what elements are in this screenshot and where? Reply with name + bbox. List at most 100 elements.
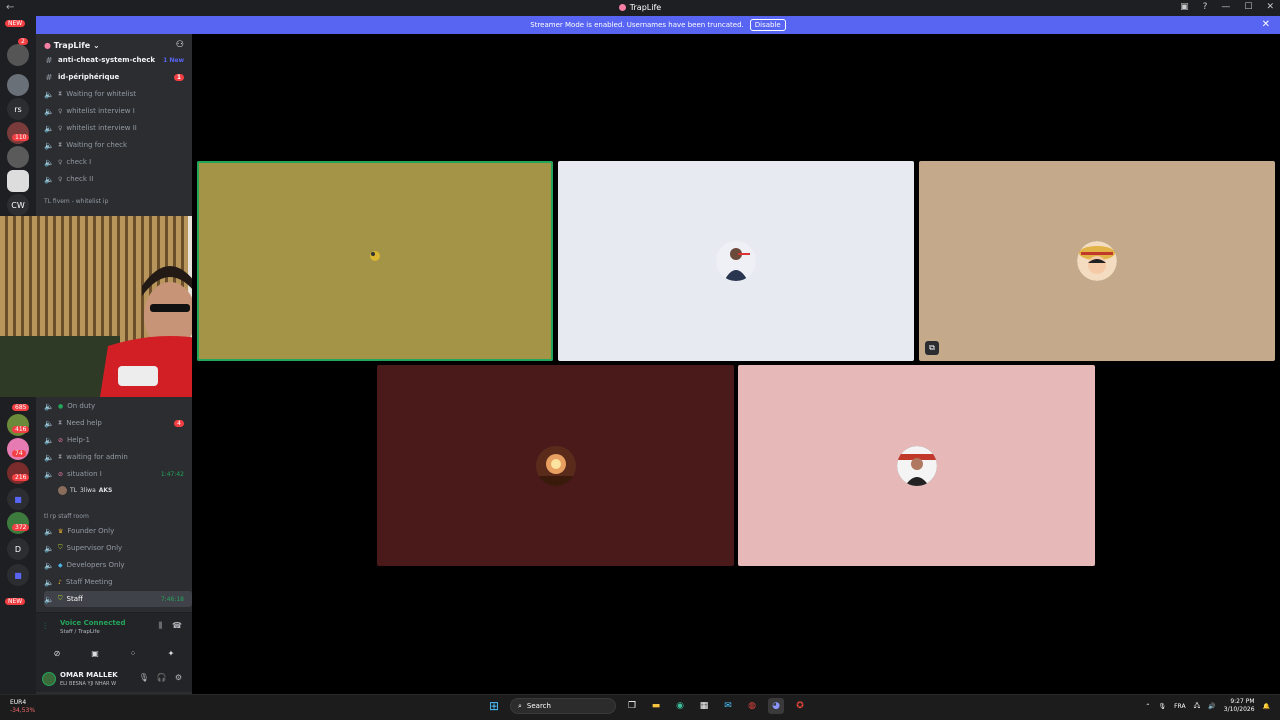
minimize-button[interactable]: — [1221,2,1230,12]
participant-avatar [716,241,756,281]
server-icon[interactable] [7,170,29,192]
window-titlebar: ← TrapLife ▣ ? — ☐ ✕ [0,0,1280,16]
windows-start-icon[interactable]: ⊞ [486,698,502,714]
server-badge: 685 [12,404,30,411]
app-icon[interactable]: ✪ [792,698,808,714]
chevron-up-icon[interactable]: ⌃ [1145,703,1150,710]
inbox-icon[interactable]: ▣ [1180,2,1189,12]
add-member-icon[interactable]: ⚇ [176,40,184,50]
channel-timer: 7:46:18 [160,595,184,603]
category-staff[interactable]: tl rp staff room [44,513,89,520]
headphones-icon[interactable]: 🎧 [157,673,167,682]
member-name: 3liwa [80,487,96,494]
speaker-icon: 🔈 [44,401,54,411]
server-badge: 372 [12,524,30,531]
voice-channel-waiting-whitelist[interactable]: 🔈 ⧗ Waiting for whitelist [44,86,192,102]
shield-icon: ⛉ [58,544,63,551]
close-window-button[interactable]: ✕ [1266,2,1274,12]
server-icon[interactable] [7,74,29,96]
voice-channel-waiting-check[interactable]: 🔈 ⧗ Waiting for check [44,137,192,153]
screen-share-button[interactable]: ▣ [80,645,110,661]
speaker-icon: 🔈 [44,469,54,479]
voice-location[interactable]: Staff / TrapLife [60,629,100,635]
participant-tile[interactable] [377,365,734,566]
soundboard-button[interactable]: ✦ [156,645,186,661]
microphone-icon[interactable]: 🎙 [1158,703,1166,710]
channel-label: Waiting for check [66,141,128,149]
folder-icon[interactable]: ■ [7,488,29,510]
channel-id-peripherique[interactable]: # id-périphérique 1 [44,69,192,85]
voice-channel-check-1[interactable]: 🔈 ♀ check I [44,154,192,170]
chrome-icon[interactable]: ◍ [744,698,760,714]
voice-channel-founder[interactable]: 🔈 ♛ Founder Only [44,523,192,539]
stream-preview-icon[interactable]: ⧉ [925,341,939,355]
voice-channel-waiting-admin[interactable]: 🔈 ⧗ waiting for admin [44,449,192,465]
task-view-icon[interactable]: ❐ [624,698,640,714]
disable-streamer-mode-button[interactable]: Disable [749,19,786,31]
window-title-text: TrapLife [629,3,662,12]
store-icon[interactable]: ▦ [696,698,712,714]
participant-tile[interactable]: ⧉ [919,161,1275,361]
edge-icon[interactable]: ◉ [672,698,688,714]
voice-status[interactable]: Voice Connected [60,619,126,627]
voice-channel-on-duty[interactable]: 🔈 ● On duty [44,398,192,414]
voice-channel-interview-1[interactable]: 🔈 ♀ whitelist interview I [44,103,192,119]
voice-member[interactable]: TL 3liwa AKS [58,486,112,495]
mail-icon[interactable]: ✉ [720,698,736,714]
app-logo-icon [618,4,626,11]
badge-icon: ♀ [58,158,63,166]
folder-icon[interactable]: ■ [7,564,29,586]
clock[interactable]: 9:27 PM 3/10/2026 [1224,698,1255,714]
participant-avatar [1077,241,1117,281]
gear-icon[interactable]: ⚙ [175,673,182,682]
channel-label: waiting for admin [66,453,128,461]
language-indicator[interactable]: FRA [1174,703,1185,710]
disconnect-icon[interactable]: ☎ [172,621,182,631]
file-explorer-icon[interactable]: ▬ [648,698,664,714]
taskbar-search[interactable]: ⌕ Search [510,698,616,714]
badge-icon: ♀ [58,175,63,183]
voice-channel-check-2[interactable]: 🔈 ♀ check II [44,171,192,187]
server-icon[interactable] [7,146,29,168]
server-icon-cw[interactable]: CW [7,194,29,216]
voice-channel-need-help[interactable]: 🔈 ⧗ Need help 4 [44,415,192,431]
voice-channel-supervisor[interactable]: 🔈 ⛉ Supervisor Only [44,540,192,556]
window-title: TrapLife [0,3,1280,12]
participant-tile[interactable] [558,161,914,361]
channel-label: Help-1 [67,436,90,444]
diamond-icon: ◆ [58,561,63,569]
activities-button[interactable]: ⁘ [118,645,148,661]
volume-icon[interactable]: 🔊 [1208,703,1215,710]
voice-channel-help-1[interactable]: 🔈 ⊘ Help-1 [44,432,192,448]
server-icon[interactable] [7,44,29,66]
microphone-icon[interactable]: 🎙 [139,673,149,682]
channel-anti-cheat[interactable]: # anti-cheat-system-check 1 New [44,52,192,68]
server-icon-rs[interactable]: rs [7,98,29,120]
maximize-button[interactable]: ☐ [1244,2,1252,12]
participant-tile[interactable] [738,365,1095,566]
noise-suppression-icon[interactable]: ⫼ [158,621,162,631]
voice-channel-developers[interactable]: 🔈 ◆ Developers Only [44,557,192,573]
voice-channel-staff-meeting[interactable]: 🔈 ♪ Staff Meeting [44,574,192,590]
hourglass-icon: ⧗ [58,90,63,97]
category-whitelist[interactable]: TL fivem - whitelist ip [44,198,108,205]
server-icon-d[interactable]: D [7,538,29,560]
voice-channel-interview-2[interactable]: 🔈 ♀ whitelist interview II [44,120,192,136]
camera-off-button[interactable]: ⊘ [42,645,72,661]
close-banner-icon[interactable]: ✕ [1262,19,1270,30]
mention-badge: 4 [174,419,184,427]
participant-tile[interactable] [197,161,553,361]
notifications-icon[interactable]: 🔔 [1263,703,1270,710]
discord-icon[interactable]: ◕ [768,698,784,714]
speaker-icon: 🔈 [44,157,54,167]
voice-channel-situation-1[interactable]: 🔈 ⊘ situation I 1:47:42 [44,466,192,482]
signal-icon[interactable]: ⫶ [44,622,46,632]
network-icon[interactable]: 🖧 [1194,701,1201,711]
channel-label: whitelist interview I [66,107,135,115]
avatar[interactable] [42,672,56,686]
voice-channel-staff[interactable]: 🔈 ⛉ Staff 7:46:18 [44,591,192,607]
help-icon[interactable]: ? [1203,2,1208,12]
user-name[interactable]: OMAR MALLEK [60,671,118,679]
ticker-widget[interactable]: EUR4 -34,53% [10,699,35,715]
speaker-icon: 🔈 [44,123,54,133]
